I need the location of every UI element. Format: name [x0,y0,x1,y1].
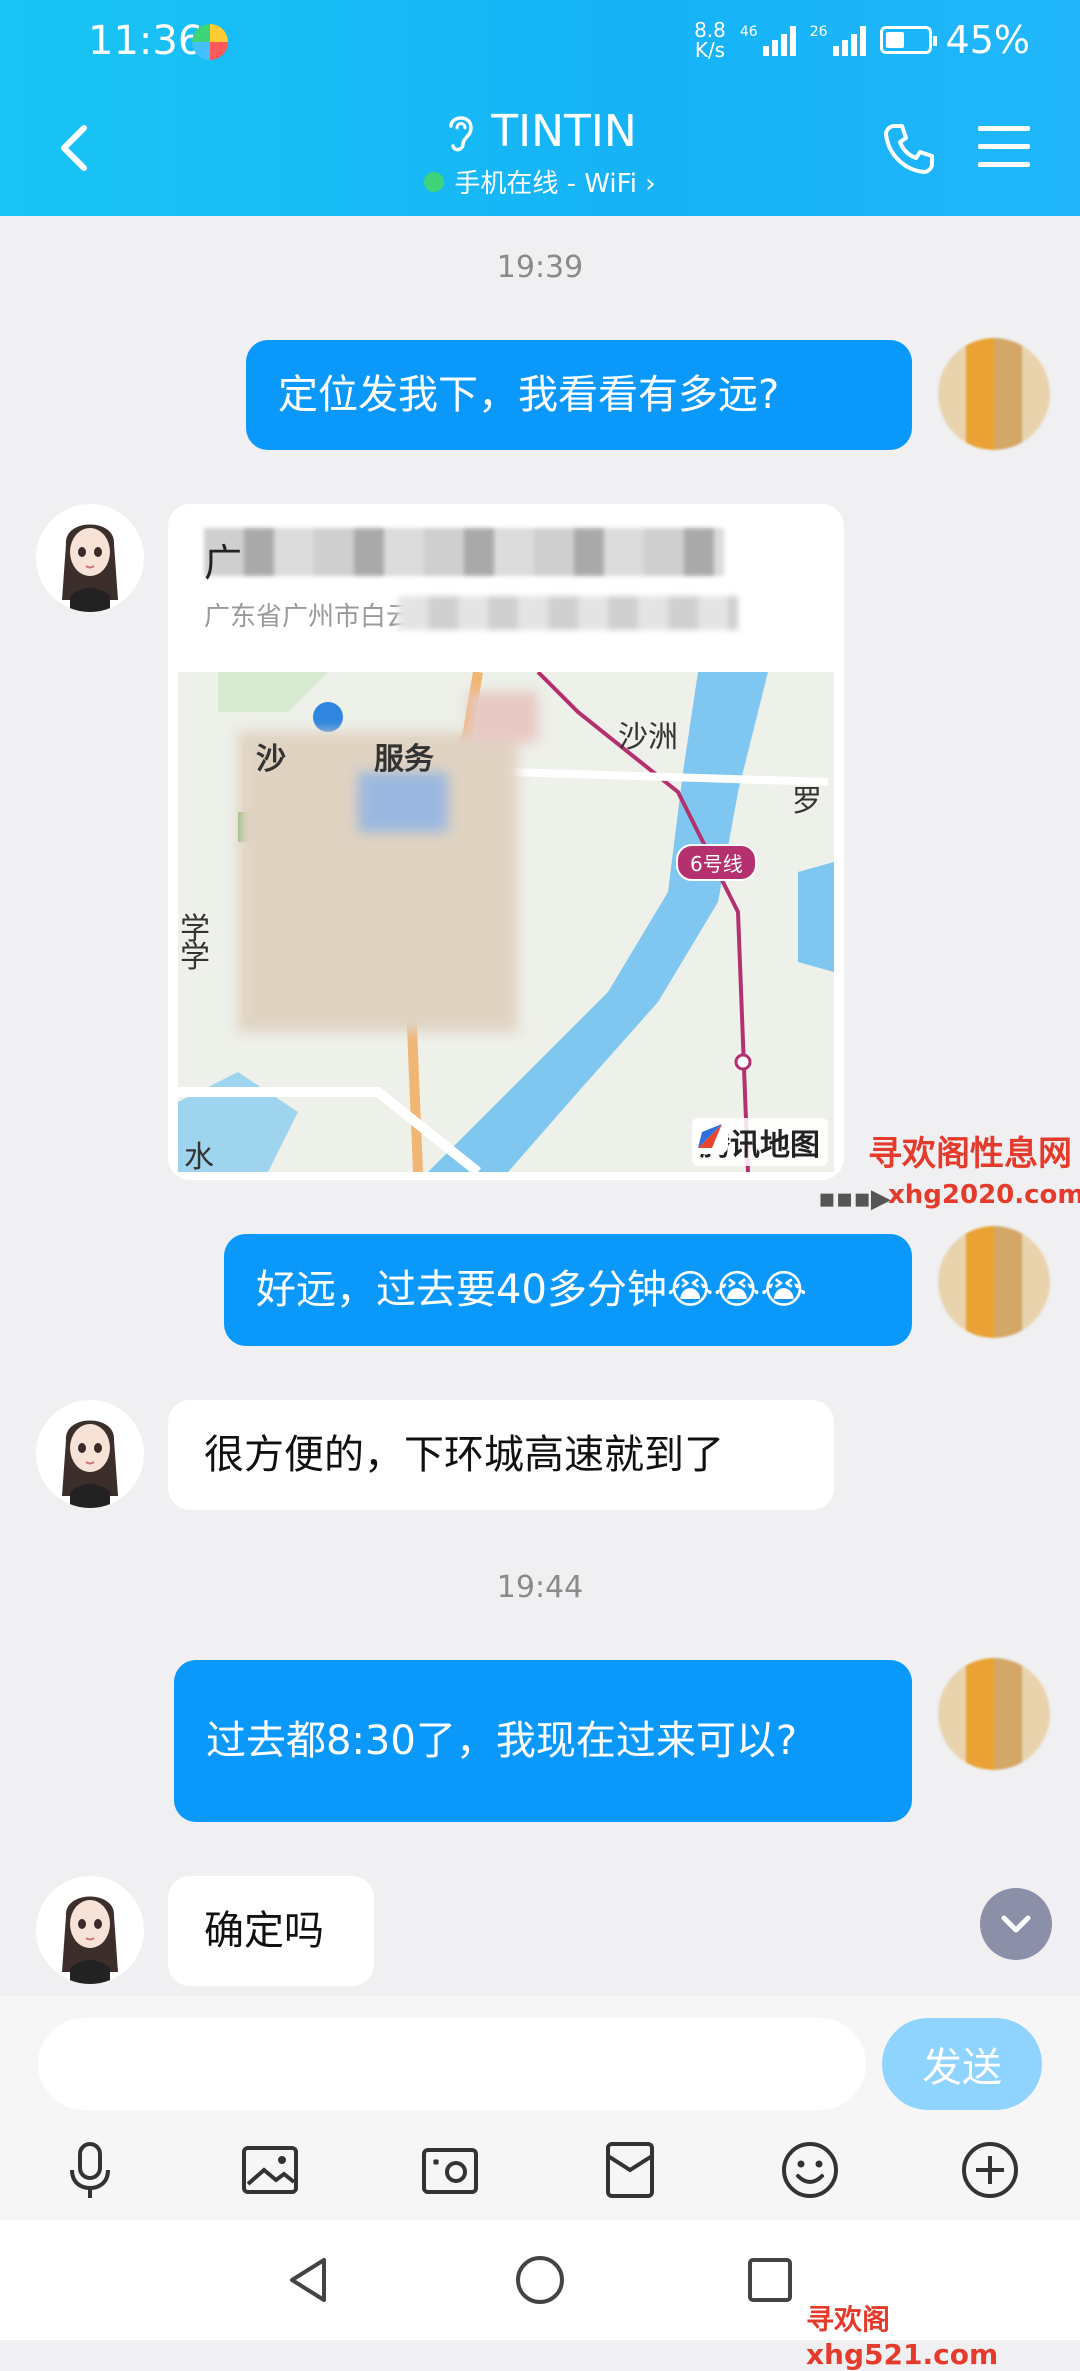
hamburger-line [978,126,1030,131]
map-label: 水 [184,1140,214,1172]
emoji-button[interactable] [778,2138,842,2202]
sim1-signal-icon: 46 [740,24,796,56]
my-avatar[interactable] [938,338,1050,450]
nav-recents-button[interactable] [744,2254,796,2306]
incoming-message[interactable]: 确定吗 [168,1876,374,1986]
camera-icon [422,2148,478,2194]
red-envelope-button[interactable] [598,2138,662,2202]
status-indicators: 8.8 K/s 46 26 45% [694,18,1030,62]
watermark-url: xhg2020.com [888,1180,1080,1210]
location-card[interactable]: 广 广东省广州市白云 沙 服务 沙洲 罗 学 学 水 6号线 腾讯地图 [168,504,844,1180]
phone-icon [884,124,934,174]
contact-avatar[interactable] [36,1400,144,1508]
outgoing-message[interactable]: 过去都8:30了，我现在过来可以? [174,1660,912,1822]
app-notification-icon [192,24,228,60]
gallery-button[interactable] [238,2138,302,2202]
map-label: 沙洲 [618,720,678,755]
watermark-bottom: 寻欢阁xhg521.com [806,2303,999,2371]
contact-avatar[interactable] [36,504,144,612]
hamburger-line [978,162,1030,167]
battery-icon [879,26,937,54]
map-label: 罗 [792,784,822,819]
status-time: 11:36 [88,18,204,64]
ear-icon [449,115,473,151]
online-status-text: 手机在线 - WiFi › [454,169,656,199]
more-actions-button[interactable] [958,2138,1022,2202]
girl-avatar-icon [62,524,118,612]
girl-avatar-icon [62,1896,118,1984]
online-status-dot [424,171,445,192]
message-timestamp: 19:44 [496,1570,584,1605]
emoji-icon [782,2142,838,2198]
metro-line-badge: 6号线 [676,844,757,881]
my-avatar[interactable] [938,1226,1050,1338]
my-avatar[interactable] [938,1658,1050,1770]
sim2-signal-icon: 26 [810,24,866,56]
message-input[interactable] [38,2018,866,2110]
map-label: 沙 [256,742,286,777]
map-preview[interactable]: 沙 服务 沙洲 罗 学 学 水 6号线 腾讯地图 [178,672,834,1172]
outgoing-message[interactable]: 好远，过去要40多分钟😭😭😭 [224,1234,912,1346]
battery-percent: 45% [945,18,1030,62]
incoming-message[interactable]: 很方便的，下环城高速就到了 [168,1400,834,1510]
microphone-icon [70,2142,110,2198]
back-triangle-icon [290,2258,326,2302]
input-area: 发送 [0,1996,1080,2220]
home-circle-icon [516,2256,564,2304]
network-speed: 8.8 K/s [694,18,726,62]
watermark-text: 寻欢阁性息网 [868,1134,1072,1174]
contact-name: TINTIN [491,106,637,157]
recents-square-icon [748,2258,792,2302]
nav-home-button[interactable] [514,2254,566,2306]
watermark-arrow: ▪▪▪▶ [818,1184,891,1214]
map-label: 服务 [374,742,434,777]
location-title: 广 [204,541,243,585]
gallery-icon [242,2146,298,2194]
red-envelope-icon [606,2142,654,2198]
voice-button[interactable] [58,2138,122,2202]
contact-avatar[interactable] [36,1876,144,1984]
map-label: 学 [180,940,210,975]
chevron-down-icon [1001,1915,1031,1933]
send-button[interactable]: 发送 [882,2018,1042,2110]
system-navigation-bar: 寻欢阁xhg521.com [0,2220,1080,2371]
voice-call-button[interactable] [880,120,936,176]
camera-button[interactable] [418,2138,482,2202]
outgoing-message[interactable]: 定位发我下，我看看有多远? [246,340,912,450]
location-address: 广东省广州市白云 [204,602,413,632]
chat-header: 11:36 8.8 K/s 46 26 45% TINTIN 手机在线 - Wi… [0,0,1080,216]
map-blurred-area [468,692,538,742]
scroll-to-bottom-button[interactable] [980,1888,1052,1960]
map-provider-logo: 腾讯地图 [692,1118,828,1166]
location-address-blurred [398,596,738,630]
hamburger-line [978,144,1030,149]
input-toolbar [0,2120,1080,2220]
map-blurred-pin [358,772,448,832]
more-menu-button[interactable] [978,126,1030,170]
tencent-map-icon [692,1118,728,1154]
location-title-blurred [204,528,724,576]
plus-icon [962,2142,1018,2198]
nav-back-button[interactable] [284,2254,336,2306]
message-timestamp: 19:39 [496,250,584,285]
girl-avatar-icon [62,1420,118,1508]
